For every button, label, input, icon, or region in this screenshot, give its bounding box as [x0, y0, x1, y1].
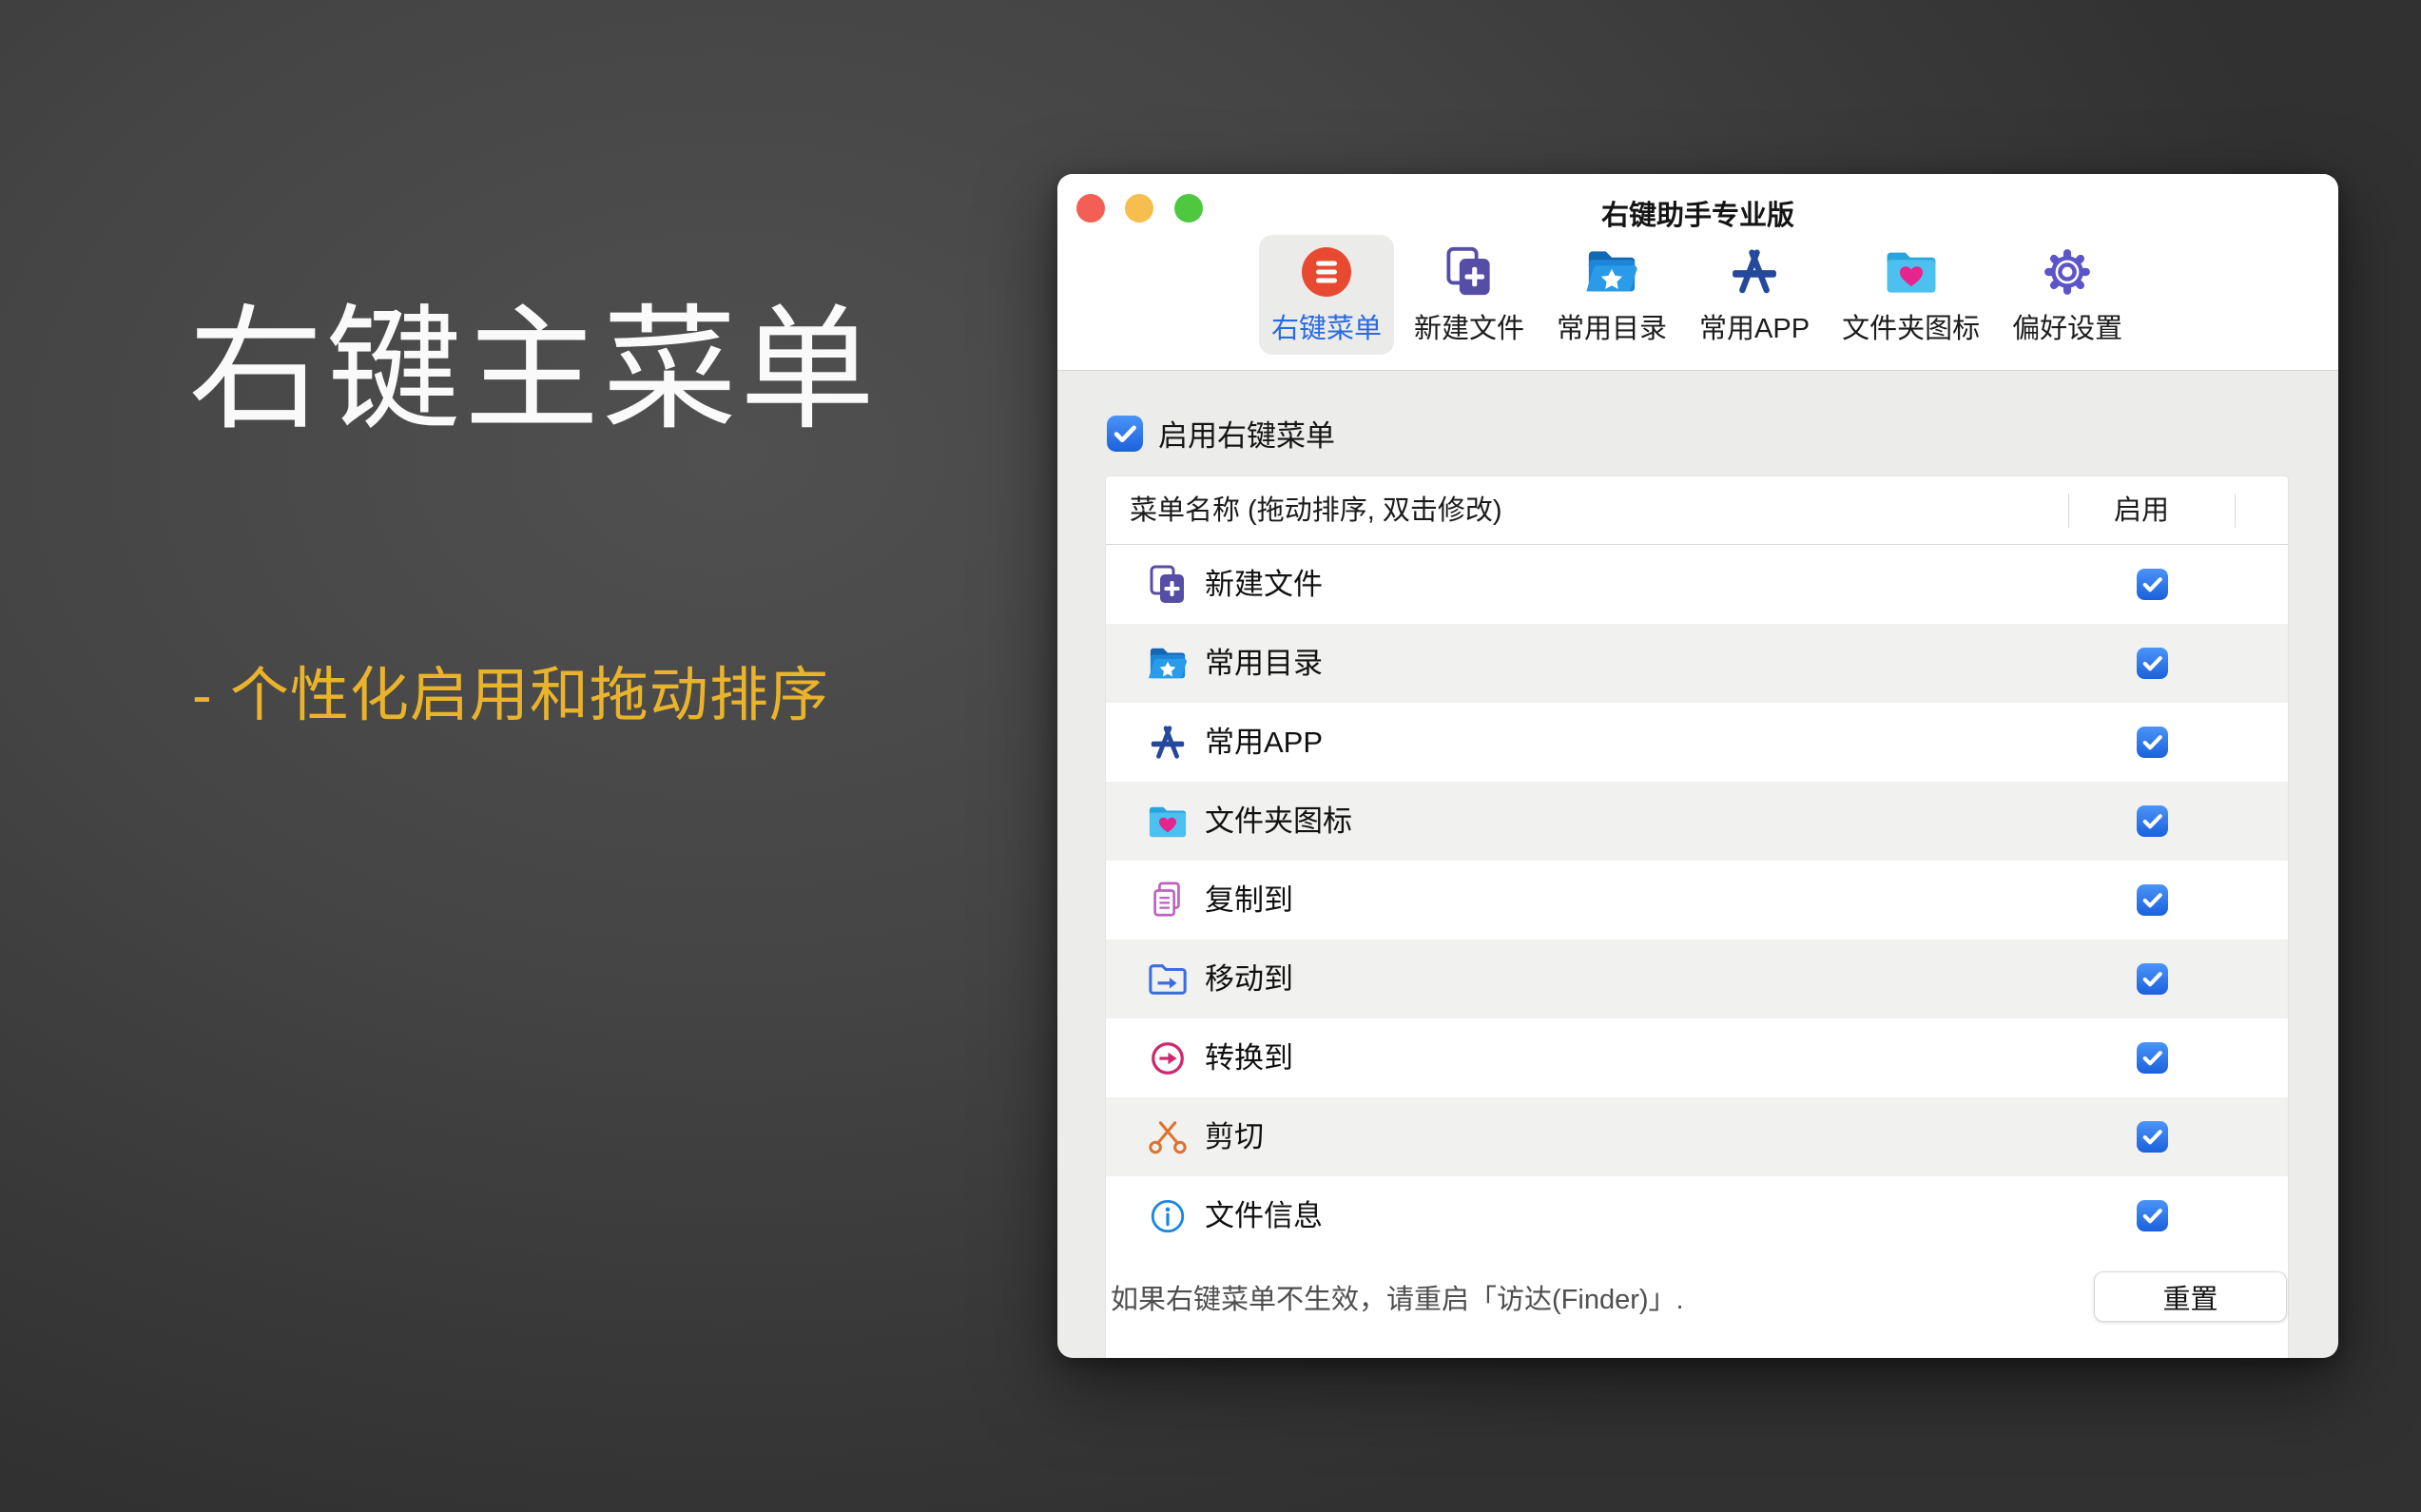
row-checkbox[interactable] — [2137, 1042, 2168, 1074]
table-row[interactable]: 复制到 — [1106, 861, 2288, 940]
table-row[interactable]: 文件信息 — [1106, 1176, 2288, 1255]
enable-column-header: 启用 — [2113, 495, 2169, 526]
toolbar: 右键菜单 新建文件 常用目录 常用APP 文件夹图标 偏好设置 — [1259, 235, 2135, 355]
slide-subtitle: - 个性化启用和拖动排序 — [192, 663, 829, 728]
gear-icon — [2041, 241, 2094, 303]
appstore-icon — [1146, 721, 1190, 765]
app-window: 右键助手专业版 右键菜单 新建文件 常用目录 常用APP 文件夹图标 偏好设置 … — [1057, 174, 2338, 1358]
row-checkbox[interactable] — [2137, 963, 2168, 995]
slide-background: 右键主菜单 - 个性化启用和拖动排序 右键助手专业版 右键菜单 新建文件 常用目… — [0, 0, 2421, 1512]
reset-button[interactable]: 重置 — [2094, 1271, 2287, 1322]
row-checkbox[interactable] — [2137, 884, 2168, 916]
column-divider — [2068, 494, 2069, 528]
folder-heart-icon — [1882, 241, 1941, 303]
enable-context-menu-row: 启用右键菜单 — [1107, 412, 1335, 455]
cut-icon — [1146, 1115, 1190, 1159]
row-checkbox[interactable] — [2137, 1121, 2168, 1153]
copy-icon — [1146, 879, 1190, 922]
row-label: 移动到 — [1205, 962, 1293, 996]
toolbar-item-favorite-apps[interactable]: 常用APP — [1687, 235, 1822, 355]
row-label: 文件夹图标 — [1205, 804, 1352, 838]
row-checkbox[interactable] — [2137, 648, 2168, 679]
row-checkbox[interactable] — [2137, 727, 2168, 758]
toolbar-item-label: 偏好设置 — [2012, 314, 2123, 344]
toolbar-item-label: 新建文件 — [1414, 314, 1525, 344]
window-title: 右键助手专业版 — [1600, 201, 1794, 231]
toolbar-item-new-file[interactable]: 新建文件 — [1402, 235, 1537, 355]
slide-headline: 右键主菜单 — [188, 295, 878, 446]
table-header: 菜单名称 (拖动排序, 双击修改) 启用 — [1106, 476, 2288, 545]
folder-star-icon — [1582, 241, 1641, 303]
toolbar-item-label: 右键菜单 — [1271, 314, 1383, 344]
toolbar-item-folder-icons[interactable]: 文件夹图标 — [1830, 235, 1992, 355]
new-file-icon — [1443, 241, 1496, 303]
menu-lines-icon — [1300, 241, 1353, 303]
row-label: 转换到 — [1205, 1041, 1293, 1075]
table-row[interactable]: 文件夹图标 — [1106, 782, 2288, 861]
row-checkbox[interactable] — [2137, 1200, 2168, 1231]
table-row[interactable]: 剪切 — [1106, 1097, 2288, 1176]
enable-context-menu-label: 启用右键菜单 — [1158, 419, 1335, 453]
row-label: 复制到 — [1205, 883, 1293, 917]
table-row[interactable]: 转换到 — [1106, 1018, 2288, 1097]
toolbar-item-label: 常用目录 — [1557, 314, 1668, 344]
row-label: 新建文件 — [1205, 568, 1323, 601]
toolbar-item-context-menu[interactable]: 右键菜单 — [1259, 235, 1395, 355]
enable-context-menu-checkbox[interactable] — [1107, 415, 1143, 452]
window-header: 右键助手专业版 右键菜单 新建文件 常用目录 常用APP 文件夹图标 偏好设置 — [1057, 174, 2338, 371]
menu-items-table: 菜单名称 (拖动排序, 双击修改) 启用 新建文件 常用目录 常用APP 文件夹… — [1105, 475, 2289, 1358]
row-label: 剪切 — [1205, 1120, 1264, 1153]
row-checkbox[interactable] — [2137, 569, 2168, 600]
table-row[interactable]: 移动到 — [1106, 940, 2288, 1018]
new-file-icon — [1146, 563, 1190, 607]
folder-heart-icon — [1146, 800, 1190, 843]
table-row[interactable]: 常用目录 — [1106, 624, 2288, 703]
toolbar-item-favorite-folders[interactable]: 常用目录 — [1544, 235, 1679, 355]
row-label: 常用目录 — [1205, 647, 1323, 680]
appstore-icon — [1728, 241, 1781, 303]
toolbar-item-label: 文件夹图标 — [1842, 314, 1981, 344]
table-row[interactable]: 常用APP — [1106, 703, 2288, 782]
column-divider — [2235, 494, 2236, 528]
info-icon — [1146, 1194, 1190, 1238]
table-row[interactable]: 新建文件 — [1106, 545, 2288, 624]
toolbar-item-label: 常用APP — [1699, 314, 1811, 344]
row-label: 文件信息 — [1205, 1199, 1323, 1232]
name-column-header: 菜单名称 (拖动排序, 双击修改) — [1130, 495, 1502, 526]
folder-star-icon — [1146, 642, 1190, 686]
footer-note: 如果右键菜单不生效，请重启「访达(Finder)」. — [1111, 1285, 1684, 1315]
move-icon — [1146, 958, 1190, 1001]
convert-icon — [1146, 1037, 1190, 1080]
toolbar-item-preferences[interactable]: 偏好设置 — [2000, 235, 2135, 355]
row-label: 常用APP — [1205, 726, 1324, 759]
row-checkbox[interactable] — [2137, 805, 2168, 837]
